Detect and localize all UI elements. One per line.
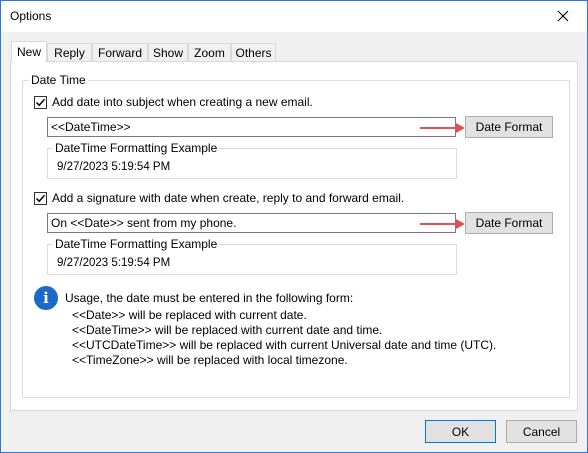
signature-example-value: 9/27/2023 5:19:54 PM bbox=[57, 257, 171, 269]
check-icon bbox=[35, 98, 46, 106]
signature-checkbox[interactable] bbox=[34, 191, 47, 205]
usage-line: <<TimeZone>> will be replaced with local… bbox=[72, 353, 348, 367]
options-dialog: Options New Reply Forward Show Zoom Othe… bbox=[0, 0, 588, 453]
window-title: Options bbox=[10, 9, 52, 23]
tab-reply[interactable]: Reply bbox=[47, 43, 92, 62]
signature-example-label: DateTime Formatting Example bbox=[53, 237, 220, 251]
subject-example-label: DateTime Formatting Example bbox=[53, 141, 220, 155]
tab-forward[interactable]: Forward bbox=[92, 43, 148, 62]
check-icon bbox=[35, 194, 46, 202]
subject-checkbox-label: Add date into subject when creating a ne… bbox=[52, 95, 313, 109]
arrow-right-icon bbox=[420, 219, 465, 229]
tab-show[interactable]: Show bbox=[148, 43, 188, 62]
signature-checkbox-row[interactable]: Add a signature with date when create, r… bbox=[34, 191, 404, 205]
subject-date-input[interactable]: <<DateTime>> bbox=[47, 117, 456, 137]
signature-date-format-button[interactable]: Date Format bbox=[465, 212, 553, 234]
tab-panel-new: Date Time Add date into subject when cre… bbox=[10, 61, 578, 411]
usage-line: <<UTCDateTime>> will be replaced with cu… bbox=[72, 338, 497, 352]
usage-intro: Usage, the date must be entered in the f… bbox=[65, 291, 354, 305]
arrow-right-icon bbox=[420, 123, 465, 133]
tab-others[interactable]: Others bbox=[231, 43, 276, 62]
close-icon[interactable] bbox=[543, 1, 583, 31]
tab-new[interactable]: New bbox=[11, 41, 47, 63]
usage-line: <<Date>> will be replaced with current d… bbox=[72, 308, 307, 322]
title-bar: Options bbox=[1, 1, 587, 32]
subject-checkbox[interactable] bbox=[34, 95, 47, 109]
tab-zoom[interactable]: Zoom bbox=[188, 43, 231, 62]
subject-example-value: 9/27/2023 5:19:54 PM bbox=[57, 161, 171, 173]
info-icon: i bbox=[34, 286, 58, 310]
subject-checkbox-row[interactable]: Add date into subject when creating a ne… bbox=[34, 95, 313, 109]
subject-date-format-button[interactable]: Date Format bbox=[465, 116, 553, 138]
ok-button[interactable]: OK bbox=[425, 420, 496, 443]
signature-checkbox-label: Add a signature with date when create, r… bbox=[52, 191, 405, 205]
signature-date-input[interactable]: On <<Date>> sent from my phone. bbox=[47, 213, 456, 233]
datetime-group-label: Date Time bbox=[29, 73, 88, 87]
cancel-button[interactable]: Cancel bbox=[506, 420, 577, 443]
usage-line: <<DateTime>> will be replaced with curre… bbox=[72, 323, 383, 337]
